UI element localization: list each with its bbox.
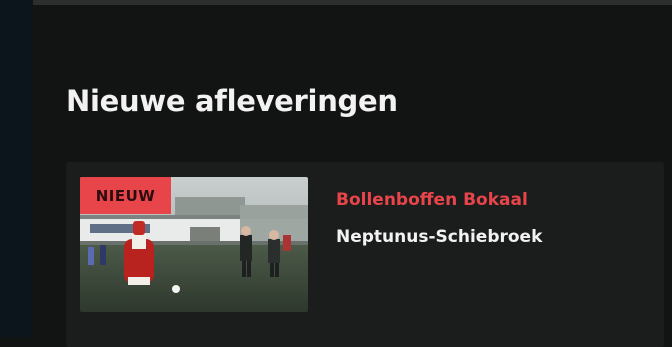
side-rail bbox=[0, 0, 33, 337]
series-title[interactable]: Bollenboffen Bokaal bbox=[336, 190, 528, 210]
top-divider bbox=[33, 0, 672, 5]
episode-card[interactable]: NIEUW Bollenboffen Bokaal Neptunus-Schie… bbox=[66, 162, 664, 347]
episode-thumbnail[interactable]: NIEUW bbox=[80, 177, 308, 312]
episode-title[interactable]: Neptunus-Schiebroek bbox=[336, 227, 542, 247]
section-title: Nieuwe afleveringen bbox=[66, 84, 398, 118]
new-badge: NIEUW bbox=[80, 177, 171, 214]
